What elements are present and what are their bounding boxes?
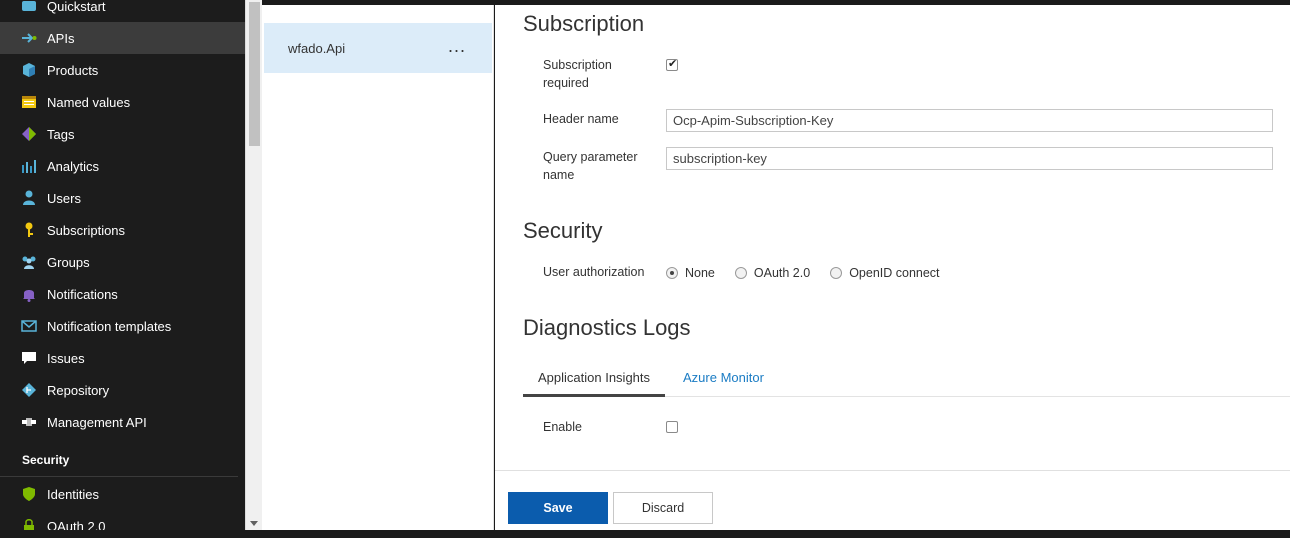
radio-label: OAuth 2.0 xyxy=(753,266,811,280)
nav-label: Repository xyxy=(47,382,110,398)
nav-item-notification-templates[interactable]: Notification templates xyxy=(0,310,245,342)
nav-item-notifications[interactable]: Notifications xyxy=(0,278,245,310)
diagnostics-tabs: Application Insights Azure Monitor xyxy=(523,365,1290,397)
nav-item-tags[interactable]: Tags xyxy=(0,118,245,150)
radio-option-openid[interactable]: OpenID connect xyxy=(830,266,940,280)
user-authorization-label: User authorization xyxy=(543,265,645,279)
subscription-required-label-line1: Subscription xyxy=(543,58,612,72)
nav-item-users[interactable]: Users xyxy=(0,182,245,214)
radio-label: None xyxy=(685,266,715,280)
nav-item-management-api[interactable]: Management API xyxy=(0,406,245,438)
subscription-required-checkbox[interactable] xyxy=(666,57,678,71)
tab-azure-monitor[interactable]: Azure Monitor xyxy=(668,365,779,397)
nav-item-subscriptions[interactable]: Subscriptions xyxy=(0,214,245,246)
nav-item-identities[interactable]: Identities xyxy=(0,478,245,510)
nav-label: Management API xyxy=(47,414,147,430)
nav-item-analytics[interactable]: Analytics xyxy=(0,150,245,182)
query-parameter-input[interactable]: subscription-key xyxy=(666,147,1273,170)
connector-icon xyxy=(20,413,38,431)
api-list-item-selected[interactable]: wfado.Api ... xyxy=(264,23,492,73)
tab-application-insights[interactable]: Application Insights xyxy=(523,365,666,397)
mail-icon xyxy=(20,317,38,335)
nav-item-products[interactable]: Products xyxy=(0,54,245,86)
user-authorization-radio-group: None OAuth 2.0 OpenID connect xyxy=(666,266,960,280)
cloud-icon xyxy=(20,0,38,15)
enable-label: Enable xyxy=(543,420,582,434)
nav-item-issues[interactable]: Issues xyxy=(0,342,245,374)
group-icon xyxy=(20,253,38,271)
shield-icon xyxy=(20,485,38,503)
bar-chart-icon xyxy=(20,157,38,175)
nav-item-groups[interactable]: Groups xyxy=(0,246,245,278)
query-parameter-label-line1: Query parameter xyxy=(543,150,638,164)
api-name: wfado.Api xyxy=(288,40,346,56)
subscription-required-label: Subscription required xyxy=(543,56,612,92)
enable-checkbox[interactable] xyxy=(666,421,678,433)
nav-label: Named values xyxy=(47,94,131,110)
bell-icon xyxy=(20,285,38,303)
nav-label: Issues xyxy=(47,350,85,366)
nav-item-repository[interactable]: Repository xyxy=(0,374,245,406)
header-name-label: Header name xyxy=(543,112,619,126)
api-list-pane: wfado.Api ... xyxy=(262,5,494,530)
lock-icon xyxy=(20,517,38,530)
query-parameter-label-line2: name xyxy=(543,168,575,182)
nav-label: OAuth 2.0 xyxy=(47,518,106,531)
nav-item-quickstart[interactable]: Quickstart xyxy=(0,0,245,22)
nav-divider xyxy=(0,476,238,477)
radio-button[interactable] xyxy=(734,267,747,279)
settings-pane: Subscription Subscription required Heade… xyxy=(495,5,1290,530)
nav-section-security: Security xyxy=(22,453,70,467)
subscription-heading: Subscription xyxy=(523,11,645,36)
security-heading: Security xyxy=(523,218,603,243)
nav-label: Notification templates xyxy=(47,318,172,334)
nav-label: Quickstart xyxy=(47,0,106,14)
nav-label: Subscriptions xyxy=(47,222,126,238)
repository-icon xyxy=(20,381,38,399)
nav-label: APIs xyxy=(47,30,75,46)
left-navigation: Quickstart APIs Products Named values Ta… xyxy=(0,0,245,530)
radio-option-oauth[interactable]: OAuth 2.0 xyxy=(734,266,811,280)
scroll-down-arrow-icon[interactable] xyxy=(250,521,258,526)
radio-option-none[interactable]: None xyxy=(666,266,715,280)
scrollbar-thumb[interactable] xyxy=(249,2,260,146)
bottom-border xyxy=(0,530,1290,538)
sidebar-scrollbar[interactable] xyxy=(245,0,262,530)
nav-label: Tags xyxy=(47,126,75,142)
header-name-input[interactable]: Ocp-Apim-Subscription-Key xyxy=(666,109,1273,132)
footer-divider xyxy=(495,470,1290,471)
tag-icon xyxy=(20,125,38,143)
nav-label: Identities xyxy=(47,486,100,502)
radio-button[interactable] xyxy=(830,267,843,279)
query-parameter-label: Query parameter name xyxy=(543,148,637,184)
user-icon xyxy=(20,189,38,207)
radio-label: OpenID connect xyxy=(849,266,940,280)
save-button[interactable]: Save xyxy=(508,492,608,524)
table-icon xyxy=(20,93,38,111)
nav-item-named-values[interactable]: Named values xyxy=(0,86,245,118)
more-options-icon[interactable]: ... xyxy=(448,36,466,57)
nav-item-oauth[interactable]: OAuth 2.0 xyxy=(0,510,245,530)
subscription-required-label-line2: required xyxy=(543,76,589,90)
nav-item-apis[interactable]: APIs xyxy=(0,22,245,54)
nav-label: Groups xyxy=(47,254,90,270)
nav-label: Notifications xyxy=(47,286,118,302)
radio-button[interactable] xyxy=(666,267,678,279)
cube-icon xyxy=(20,61,38,79)
nav-label: Products xyxy=(47,62,99,78)
nav-label: Analytics xyxy=(47,158,100,174)
discard-button[interactable]: Discard xyxy=(613,492,713,524)
comment-icon xyxy=(20,349,38,367)
nav-label: Users xyxy=(47,190,81,206)
diagnostics-heading: Diagnostics Logs xyxy=(523,315,691,340)
key-icon xyxy=(20,221,38,239)
api-arrow-icon xyxy=(20,29,38,47)
